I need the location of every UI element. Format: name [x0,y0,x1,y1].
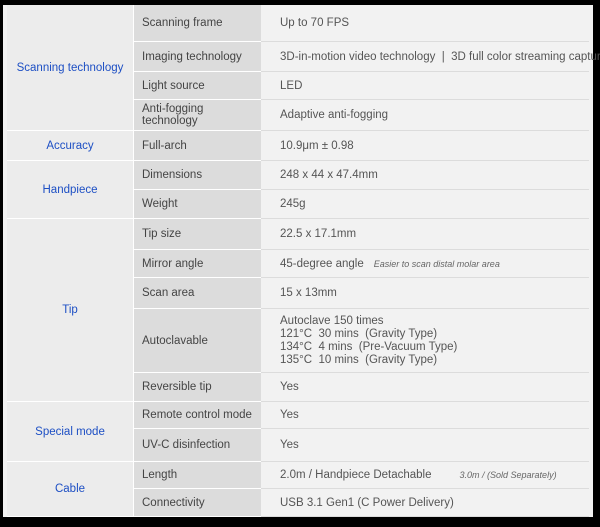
value-dimensions: 248 x 44 x 47.4mm [261,161,589,190]
category-special-mode: Special mode [7,402,134,462]
value-scan-area: 15 x 13mm [261,278,589,309]
value-connectivity: USB 3.1 Gen1 (C Power Delivery) [261,489,589,517]
label-connectivity: Connectivity [134,489,261,517]
label-weight: Weight [134,190,261,219]
spec-table-frame: Scanning technology Scanning frame Up to… [3,5,600,517]
label-dimensions: Dimensions [134,161,261,190]
value-imaging-technology: 3D-in-motion video technology | 3D full … [261,42,600,72]
value-mirror-angle: 45-degree angle Easier to scan distal mo… [261,250,589,278]
value-light-source: LED [261,72,589,100]
label-light-source: Light source [134,72,261,100]
label-tip-size: Tip size [134,219,261,250]
value-length: 2.0m / Handpiece Detachable 3.0m / (Sold… [261,462,589,489]
label-autoclavable: Autoclavable [134,309,261,373]
value-reversible-tip: Yes [261,373,589,402]
value-autoclavable: Autoclave 150 times 121°C 30 mins (Gravi… [261,309,589,373]
label-reversible-tip: Reversible tip [134,373,261,402]
value-remote-control-mode: Yes [261,402,589,429]
autoclave-line: 135°C 10 mins (Gravity Type) [280,353,438,366]
category-accuracy: Accuracy [7,131,134,161]
value-scanning-frame: Up to 70 FPS [261,5,589,42]
mirror-angle-note: Easier to scan distal molar area [373,258,500,269]
mirror-angle-text: 45-degree angle [280,257,364,270]
category-handpiece: Handpiece [7,161,134,219]
value-anti-fogging: Adaptive anti-fogging [261,100,589,131]
length-text: 2.0m / Handpiece Detachable [280,469,432,481]
label-anti-fogging: Anti-fogging technology [134,100,261,131]
label-mirror-angle: Mirror angle [134,250,261,278]
category-cable: Cable [7,462,134,517]
label-remote-control-mode: Remote control mode [134,402,261,429]
autoclave-line: 134°C 4 mins (Pre-Vacuum Type) [280,340,458,353]
value-weight: 245g [261,190,589,219]
autoclave-line: 121°C 30 mins (Gravity Type) [280,327,438,340]
label-length: Length [134,462,261,489]
autoclave-line: Autoclave 150 times [280,314,384,327]
length-note: 3.0m / (Sold Separately) [459,470,557,480]
value-uvc-disinfection: Yes [261,429,589,462]
label-scan-area: Scan area [134,278,261,309]
label-imaging-technology: Imaging technology [134,42,261,72]
label-uvc-disinfection: UV-C disinfection [134,429,261,462]
value-full-arch: 10.9μm ± 0.98 [261,131,589,161]
label-scanning-frame: Scanning frame [134,5,261,42]
category-scanning-technology: Scanning technology [7,5,134,131]
label-full-arch: Full-arch [134,131,261,161]
spec-table: Scanning technology Scanning frame Up to… [7,5,600,517]
category-tip: Tip [7,219,134,402]
value-tip-size: 22.5 x 17.1mm [261,219,589,250]
